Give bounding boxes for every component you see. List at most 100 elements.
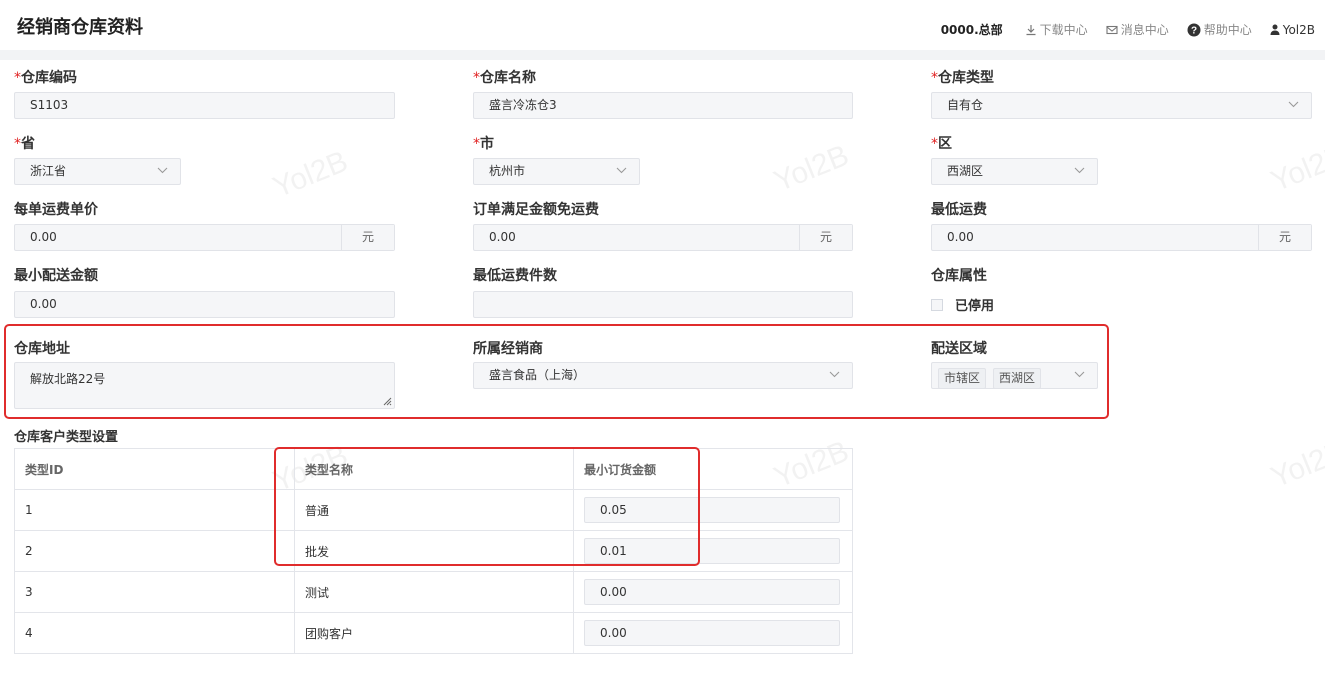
column-header: 类型ID [25, 462, 64, 477]
free-shipping-field: 订单满足金额免运费 [473, 200, 599, 220]
watermark: Yol2B [1266, 434, 1325, 495]
dealer-label: 所属经销商 [473, 341, 543, 357]
delivery-area-select[interactable]: 市辖区 西湖区 [931, 362, 1098, 389]
min-freight-value: 0.00 [947, 230, 974, 244]
type-name: 批发 [305, 544, 330, 559]
type-name: 普通 [305, 503, 330, 518]
warehouse-code-input[interactable]: S1103 [14, 92, 395, 119]
disabled-checkbox-label: 已停用 [955, 299, 995, 314]
address-field: 仓库地址 [14, 339, 70, 359]
resize-handle-icon[interactable] [382, 396, 392, 406]
column-header: 最小订货金额 [584, 462, 657, 477]
chevron-down-icon [157, 167, 168, 174]
customer-types-table: 类型ID 类型名称 最小订货金额 1 普通 0.05 2 批发 0.01 3 测… [14, 448, 853, 654]
freight-per-order-input[interactable]: 0.00 元 [14, 224, 395, 251]
province-label: *省 [14, 136, 35, 152]
province-value: 浙江省 [30, 164, 67, 178]
min-freight-input[interactable]: 0.00 元 [931, 224, 1312, 251]
warehouse-type-value: 自有仓 [947, 98, 984, 112]
city-select[interactable]: 杭州市 [473, 158, 640, 185]
area-tag[interactable]: 市辖区 [938, 368, 987, 389]
download-center-link[interactable]: 下载中心 [1025, 21, 1088, 38]
min-delivery-input[interactable]: 0.00 [14, 291, 395, 318]
warehouse-code-label: *仓库编码 [14, 70, 77, 86]
delivery-area-tags: 市辖区 西湖区 [938, 366, 1048, 391]
warehouse-name-input[interactable]: 盛言冷冻仓3 [473, 92, 853, 119]
org-name[interactable]: 0000.总部 [941, 21, 1003, 38]
watermark: Yol2B [268, 144, 353, 205]
min-freight-pieces-input[interactable] [473, 291, 853, 318]
message-center-label: 消息中心 [1120, 23, 1169, 37]
dealer-field: 所属经销商 [473, 339, 543, 359]
city-label: *市 [473, 136, 494, 152]
min-freight-pieces-field: 最低运费件数 [473, 266, 557, 286]
mail-icon [1106, 25, 1118, 34]
disabled-checkbox-row[interactable]: 已停用 [931, 295, 994, 314]
area-tag[interactable]: 西湖区 [993, 368, 1042, 389]
address-value: 解放北路22号 [30, 372, 106, 386]
address-label: 仓库地址 [14, 341, 70, 357]
message-center-link[interactable]: 消息中心 [1106, 21, 1169, 38]
district-select[interactable]: 西湖区 [931, 158, 1098, 185]
min-order-amount-input[interactable]: 0.01 [584, 538, 840, 564]
table-row: 3 测试 0.00 [14, 571, 853, 613]
address-textarea[interactable]: 解放北路22号 [14, 362, 395, 409]
min-order-amount-input[interactable]: 0.05 [584, 497, 840, 523]
page-title: 经销商仓库资料 [17, 17, 143, 38]
type-id: 4 [25, 626, 33, 640]
watermark: Yol2B [769, 138, 854, 199]
min-delivery-field: 最小配送金额 [14, 266, 98, 286]
delivery-area-label: 配送区域 [931, 341, 987, 357]
top-bar: 经销商仓库资料 0000.总部 下载中心 消息中心 ? 帮助中心 Yol2B [0, 0, 1325, 50]
min-delivery-label: 最小配送金额 [14, 268, 98, 284]
city-value: 杭州市 [489, 164, 526, 178]
currency-unit: 元 [1258, 225, 1311, 250]
min-order-amount-input[interactable]: 0.00 [584, 579, 840, 605]
type-id: 1 [25, 503, 33, 517]
download-center-label: 下载中心 [1039, 23, 1088, 37]
province-field: *省 [14, 134, 35, 154]
chevron-down-icon [616, 167, 627, 174]
warehouse-attr-label: 仓库属性 [931, 268, 987, 284]
min-freight-field: 最低运费 [931, 200, 987, 220]
help-center-label: 帮助中心 [1203, 23, 1252, 37]
chevron-down-icon [1074, 167, 1085, 174]
warehouse-type-select[interactable]: 自有仓 [931, 92, 1312, 119]
watermark: Yol2B [1266, 138, 1325, 199]
min-order-amount-input[interactable]: 0.00 [584, 620, 840, 646]
min-freight-label: 最低运费 [931, 202, 987, 218]
type-name: 团购客户 [305, 626, 354, 641]
table-row: 1 普通 0.05 [14, 489, 853, 531]
user-menu[interactable]: Yol2B [1270, 23, 1315, 37]
customer-types-title: 仓库客户类型设置 [14, 430, 119, 445]
currency-unit: 元 [799, 225, 852, 250]
chevron-down-icon [1074, 371, 1085, 378]
disabled-checkbox[interactable] [931, 298, 943, 311]
freight-per-order-field: 每单运费单价 [14, 200, 98, 220]
user-name: Yol2B [1282, 22, 1315, 37]
help-icon: ? [1187, 23, 1201, 36]
district-label: *区 [931, 136, 952, 152]
table-row: 2 批发 0.01 [14, 530, 853, 572]
chevron-down-icon [1288, 101, 1299, 108]
dealer-value: 盛言食品（上海） [489, 368, 586, 382]
help-center-link[interactable]: ? 帮助中心 [1187, 21, 1252, 38]
delivery-area-field: 配送区域 [931, 339, 987, 359]
dealer-select[interactable]: 盛言食品（上海） [473, 362, 853, 389]
column-header: 类型名称 [305, 462, 354, 477]
user-icon [1270, 24, 1280, 35]
warehouse-code-field: *仓库编码 [14, 68, 77, 88]
free-shipping-input[interactable]: 0.00 元 [473, 224, 853, 251]
top-nav: 0000.总部 下载中心 消息中心 ? 帮助中心 Yol2B [941, 21, 1315, 38]
header-divider [0, 50, 1325, 60]
warehouse-name-label: *仓库名称 [473, 70, 536, 86]
type-id: 2 [25, 544, 33, 558]
min-freight-pieces-label: 最低运费件数 [473, 268, 557, 284]
warehouse-name-field: *仓库名称 [473, 68, 536, 88]
table-header-row: 类型ID 类型名称 最小订货金额 [14, 448, 853, 490]
warehouse-type-field: *仓库类型 [931, 68, 994, 88]
download-icon [1026, 24, 1036, 35]
warehouse-type-label: *仓库类型 [931, 70, 994, 86]
warehouse-attr-field: 仓库属性 [931, 266, 987, 286]
province-select[interactable]: 浙江省 [14, 158, 181, 185]
